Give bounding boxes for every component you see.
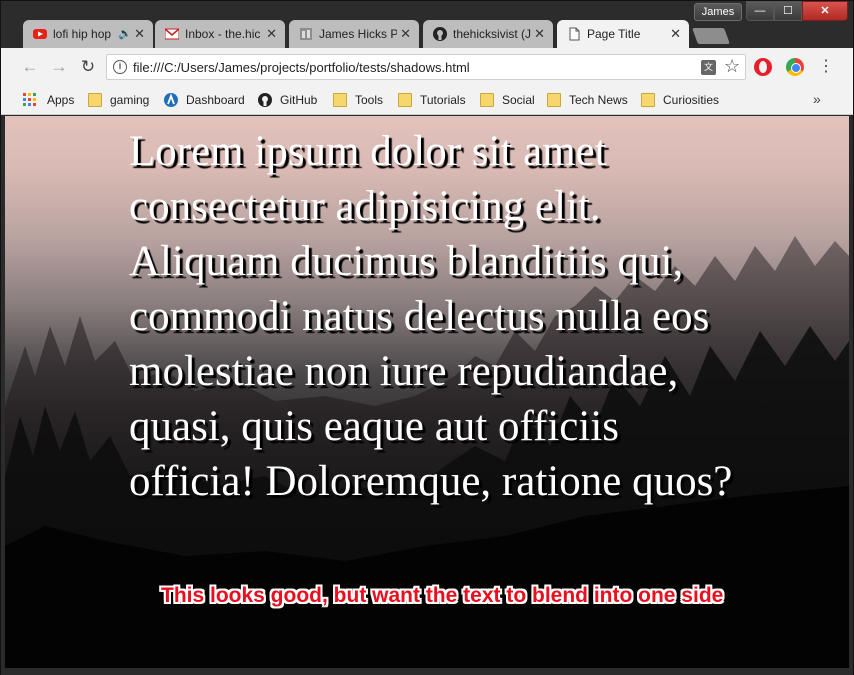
tab-youtube[interactable]: lofi hip hop 🔊 ✕ (23, 20, 153, 48)
window-bottom-border (1, 668, 853, 675)
back-button[interactable]: ← (19, 56, 41, 78)
star-icon[interactable]: ☆ (724, 56, 740, 77)
tab-label: Page Title (587, 27, 641, 41)
info-icon[interactable]: i (113, 60, 127, 74)
close-window-button[interactable]: ✕ (802, 1, 848, 21)
reload-button[interactable]: ↻ (77, 56, 99, 78)
close-icon[interactable]: ✕ (266, 20, 277, 48)
tab-label: Inbox - the.hic (185, 27, 261, 41)
bookmark-label: Social (502, 93, 535, 107)
bookmark-label: Curiosities (663, 93, 720, 107)
youtube-icon (33, 29, 47, 39)
close-icon[interactable]: ✕ (670, 20, 681, 48)
new-tab-button[interactable] (692, 28, 730, 44)
tab-github[interactable]: thehicksivist (J ✕ (423, 20, 553, 48)
browser-window: James — ☐ ✕ lofi hip hop 🔊 ✕ Inbox - the… (0, 0, 854, 675)
tab-portfolio[interactable]: James Hicks P ✕ (289, 20, 419, 48)
dashboard-icon (164, 93, 178, 107)
folder-icon (641, 93, 655, 107)
folder-icon (88, 93, 102, 107)
maximize-button[interactable]: ☐ (774, 1, 802, 21)
annotation-note: This looks good, but want the text to bl… (161, 584, 724, 607)
bookmark-label: Apps (47, 93, 75, 107)
tab-label: James Hicks P (319, 27, 397, 41)
bookmark-label: Dashboard (186, 93, 245, 107)
translate-icon[interactable]: 文 (701, 60, 716, 75)
bookmarks-bar: Apps gaming Dashboard GitHub Tools Tutor… (1, 86, 853, 115)
bookmark-label: GitHub (280, 93, 318, 107)
address-bar[interactable]: i file:///C:/Users/James/projects/portfo… (106, 54, 746, 80)
apps-icon (23, 93, 36, 106)
toolbar: ← → ↻ i file:///C:/Users/James/projects/… (1, 48, 853, 86)
github-icon (433, 27, 447, 41)
folder-icon (398, 93, 412, 107)
menu-icon[interactable]: ⋮ (818, 56, 834, 76)
profile-button[interactable]: James (694, 3, 742, 21)
bookmark-label: Tech News (569, 93, 628, 107)
tab-label: thehicksivist (J (453, 27, 531, 41)
close-icon[interactable]: ✕ (400, 20, 411, 48)
page-content: Lorem ipsum dolor sit amet consectetur a… (5, 116, 849, 668)
opera-extension-icon[interactable] (754, 58, 772, 76)
github-icon (258, 93, 272, 107)
minimize-button[interactable]: — (746, 1, 774, 21)
tab-strip: James — ☐ ✕ lofi hip hop 🔊 ✕ Inbox - the… (1, 1, 853, 48)
page-icon (569, 27, 580, 41)
folder-icon (333, 93, 347, 107)
tab-page-title[interactable]: Page Title ✕ (557, 20, 689, 48)
hero-text: Lorem ipsum dolor sit amet consectetur a… (129, 128, 733, 505)
close-icon[interactable]: ✕ (134, 20, 145, 48)
folder-icon (480, 93, 494, 107)
portfolio-icon (300, 28, 312, 40)
chrome-extension-icon[interactable] (786, 58, 804, 76)
gmail-icon (165, 28, 179, 40)
bookmarks-overflow-button[interactable]: » (813, 91, 821, 107)
bookmark-label: Tools (355, 93, 384, 107)
folder-icon (547, 93, 561, 107)
bookmark-label: Tutorials (420, 93, 466, 107)
bookmark-label: gaming (110, 93, 150, 107)
url-text[interactable]: file:///C:/Users/James/projects/portfoli… (133, 60, 470, 75)
tab-gmail[interactable]: Inbox - the.hic ✕ (155, 20, 285, 48)
close-icon[interactable]: ✕ (534, 20, 545, 48)
speaker-icon[interactable]: 🔊 (118, 20, 132, 48)
tab-label: lofi hip hop (53, 27, 112, 41)
forward-button[interactable]: → (48, 56, 70, 78)
